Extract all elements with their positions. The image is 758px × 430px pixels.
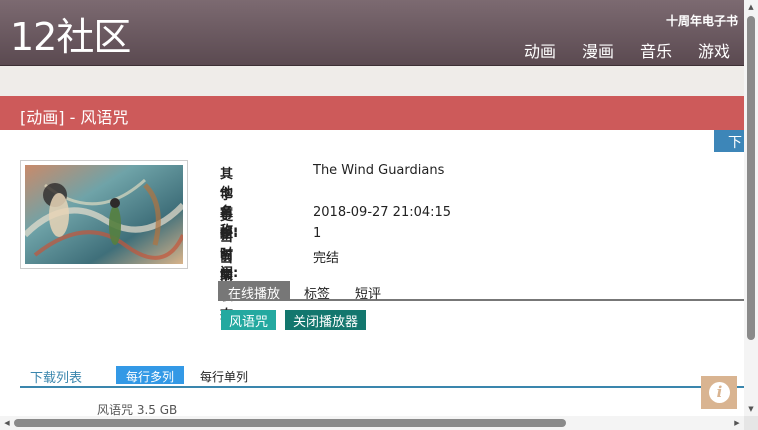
scroll-left-arrow-icon[interactable]: ◀	[3, 419, 11, 427]
view-single-column-button[interactable]: 每行单列	[200, 368, 248, 385]
scrollbar-corner	[744, 416, 758, 430]
info-value: 2018-09-27 21:04:15	[313, 205, 452, 220]
main-nav: 动画 漫画 音乐 游戏	[524, 38, 730, 62]
info-button[interactable]: i	[701, 376, 737, 409]
page-title-bar: [动画] - 风语咒	[0, 96, 744, 130]
scroll-up-arrow-icon[interactable]: ▲	[747, 3, 755, 11]
play-episode-button[interactable]: 风语咒	[221, 310, 277, 330]
nav-item-manga[interactable]: 漫画	[582, 38, 614, 62]
info-icon: i	[709, 382, 730, 403]
sub-header-strip	[0, 66, 744, 96]
vertical-scrollbar[interactable]: ▲ ▼	[744, 0, 758, 416]
page-title: [动画] - 风语咒	[20, 108, 129, 127]
anniversary-ebook-link[interactable]: 十周年电子书	[666, 12, 738, 29]
poster-image	[25, 165, 183, 264]
file-name: 风语咒	[97, 403, 134, 417]
horizontal-scrollbar[interactable]: ◀ ▶	[0, 416, 744, 430]
close-player-button[interactable]: 关闭播放器	[285, 310, 367, 330]
download-list-header: 下载列表 每行多列 每行单列	[20, 366, 744, 388]
tab-online-play[interactable]: 在线播放	[218, 281, 291, 302]
nav-item-anime[interactable]: 动画	[524, 38, 556, 62]
file-size: 3.5 GB	[136, 403, 178, 417]
nav-item-music[interactable]: 音乐	[640, 38, 672, 62]
detail-tabs: 在线播放 标签 短评	[218, 281, 744, 302]
horizontal-scroll-thumb[interactable]	[14, 419, 566, 427]
scroll-down-arrow-icon[interactable]: ▼	[747, 405, 755, 413]
tab-short-reviews[interactable]: 短评	[345, 281, 391, 302]
poster-frame	[20, 160, 188, 269]
info-value: 1	[313, 226, 322, 241]
site-logo[interactable]: 12社区	[10, 14, 131, 60]
tab-tags[interactable]: 标签	[294, 281, 340, 302]
info-value: The Wind Guardians	[313, 163, 445, 178]
download-list-title: 下载列表	[30, 371, 83, 386]
vertical-scroll-thumb[interactable]	[747, 16, 755, 340]
site-header: 12社区 十周年电子书 动画 漫画 音乐 游戏	[0, 0, 744, 66]
info-value: 完结	[313, 251, 340, 266]
view-multi-column-button[interactable]: 每行多列	[116, 366, 185, 384]
download-side-tab[interactable]: 下	[714, 130, 744, 152]
nav-item-games[interactable]: 游戏	[698, 38, 730, 62]
scroll-right-arrow-icon[interactable]: ▶	[733, 419, 741, 427]
